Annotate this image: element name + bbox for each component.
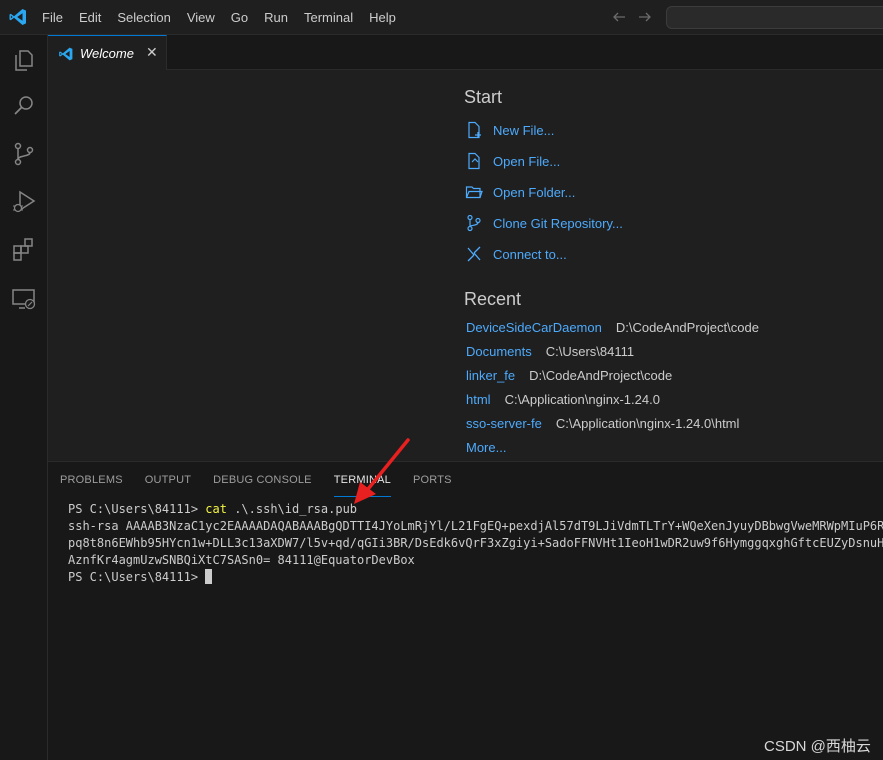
tab-problems[interactable]: PROBLEMS [60, 462, 123, 494]
recent-item-link[interactable]: linker_fe [466, 368, 515, 383]
menu-edit[interactable]: Edit [71, 0, 109, 35]
title-bar: File Edit Selection View Go Run Terminal… [0, 0, 883, 35]
recent-item: sso-server-fe C:\Application\nginx-1.24.0… [466, 416, 739, 434]
activity-bar [0, 35, 48, 760]
remote-explorer-icon[interactable] [10, 285, 38, 313]
tab-output[interactable]: OUTPUT [145, 462, 191, 494]
open-file-link[interactable]: Open File... [465, 151, 560, 171]
vscode-logo-icon [9, 9, 26, 25]
menu-run[interactable]: Run [256, 0, 296, 35]
close-icon[interactable]: ✕ [146, 45, 160, 59]
recent-item-link[interactable]: html [466, 392, 491, 407]
menu-file[interactable]: File [34, 0, 71, 35]
new-file-link[interactable]: New File... [465, 120, 554, 140]
menu-help[interactable]: Help [361, 0, 404, 35]
folder-icon [465, 186, 483, 199]
menu-bar: File Edit Selection View Go Run Terminal… [34, 0, 404, 35]
connect-to-link[interactable]: Connect to... [465, 244, 567, 264]
terminal-line: PS C:\Users\84111> cat .\.ssh\id_rsa.pub [68, 501, 883, 518]
open-folder-label: Open Folder... [493, 184, 576, 200]
recent-heading: Recent [464, 289, 522, 309]
more-recent-link[interactable]: More... [466, 440, 506, 455]
terminal-prompt: PS C:\Users\84111> [68, 502, 206, 516]
tab-ports[interactable]: PORTS [413, 462, 452, 494]
explorer-icon[interactable] [10, 46, 38, 74]
welcome-page: Start New File... Open File... Open Fold… [48, 70, 883, 461]
menu-selection[interactable]: Selection [109, 0, 178, 35]
recent-item-path: C:\Application\nginx-1.24.0\html [555, 416, 740, 431]
recent-item: html C:\Application\nginx-1.24.0 [466, 392, 660, 410]
recent-item: linker_fe D:\CodeAndProject\code [466, 368, 672, 386]
terminal-line: pq8t8n6EWhb95HYcn1w+DLL3c13aXDW7/l5v+qd/… [68, 536, 883, 550]
open-file-icon [468, 152, 480, 170]
recent-item-link[interactable]: DeviceSideCarDaemon [466, 320, 602, 335]
source-control-icon[interactable] [10, 140, 38, 168]
open-folder-link[interactable]: Open Folder... [465, 182, 575, 202]
recent-item-path: C:\Users\84111 [545, 344, 635, 359]
clone-repo-link[interactable]: Clone Git Repository... [465, 213, 623, 233]
remote-connect-icon [467, 246, 481, 262]
terminal-line: AznfKr4agmUzwSNBQiXtC7SASn0= 84111@Equat… [68, 553, 415, 567]
terminal-line: ssh-rsa AAAAB3NzaC1yc2EAAAADAQABAAABgQDT… [68, 519, 883, 533]
extensions-icon[interactable] [10, 236, 38, 264]
arrow-right-icon[interactable] [637, 9, 653, 25]
watermark: CSDN @西柚云 [764, 738, 871, 755]
open-file-label: Open File... [493, 153, 561, 169]
new-file-label: New File... [493, 122, 555, 138]
connect-to-label: Connect to... [493, 246, 567, 262]
editor-tab-bar: Welcome ✕ [48, 35, 883, 70]
recent-item: Documents C:\Users\84111 [466, 344, 634, 362]
recent-item: DeviceSideCarDaemon D:\CodeAndProject\cod… [466, 320, 759, 338]
terminal-prompt: PS C:\Users\84111> [68, 570, 206, 584]
tab-welcome[interactable]: Welcome ✕ [48, 35, 167, 70]
recent-item-path: D:\CodeAndProject\code [529, 368, 673, 383]
clone-repo-label: Clone Git Repository... [493, 215, 623, 231]
terminal-command: cat [205, 502, 227, 516]
run-debug-icon[interactable] [10, 188, 38, 216]
vscode-logo-icon [59, 47, 73, 61]
search-icon[interactable] [10, 92, 38, 120]
recent-item-path: C:\Application\nginx-1.24.0 [504, 392, 660, 407]
recent-item-link[interactable]: Documents [466, 344, 532, 359]
terminal-line: PS C:\Users\84111> [68, 569, 883, 586]
recent-item-path: D:\CodeAndProject\code [615, 320, 759, 335]
terminal-cursor [205, 569, 213, 584]
command-center-search[interactable] [666, 6, 883, 29]
recent-item-link[interactable]: sso-server-fe [466, 416, 542, 431]
annotation-arrow-icon [354, 438, 410, 504]
arrow-left-icon[interactable] [611, 9, 627, 25]
terminal-output[interactable]: PS C:\Users\84111> cat .\.ssh\id_rsa.pub… [68, 501, 883, 586]
terminal-argument: .\.ssh\id_rsa.pub [226, 502, 358, 516]
menu-terminal[interactable]: Terminal [296, 0, 361, 35]
menu-go[interactable]: Go [223, 0, 256, 35]
source-control-icon [467, 214, 481, 232]
tab-debug-console[interactable]: DEBUG CONSOLE [213, 462, 312, 494]
tab-label: Welcome [80, 46, 134, 61]
bottom-panel: PROBLEMS OUTPUT DEBUG CONSOLE TERMINAL P… [48, 461, 883, 760]
start-heading: Start [464, 87, 503, 107]
menu-view[interactable]: View [179, 0, 223, 35]
new-file-icon [468, 121, 481, 139]
